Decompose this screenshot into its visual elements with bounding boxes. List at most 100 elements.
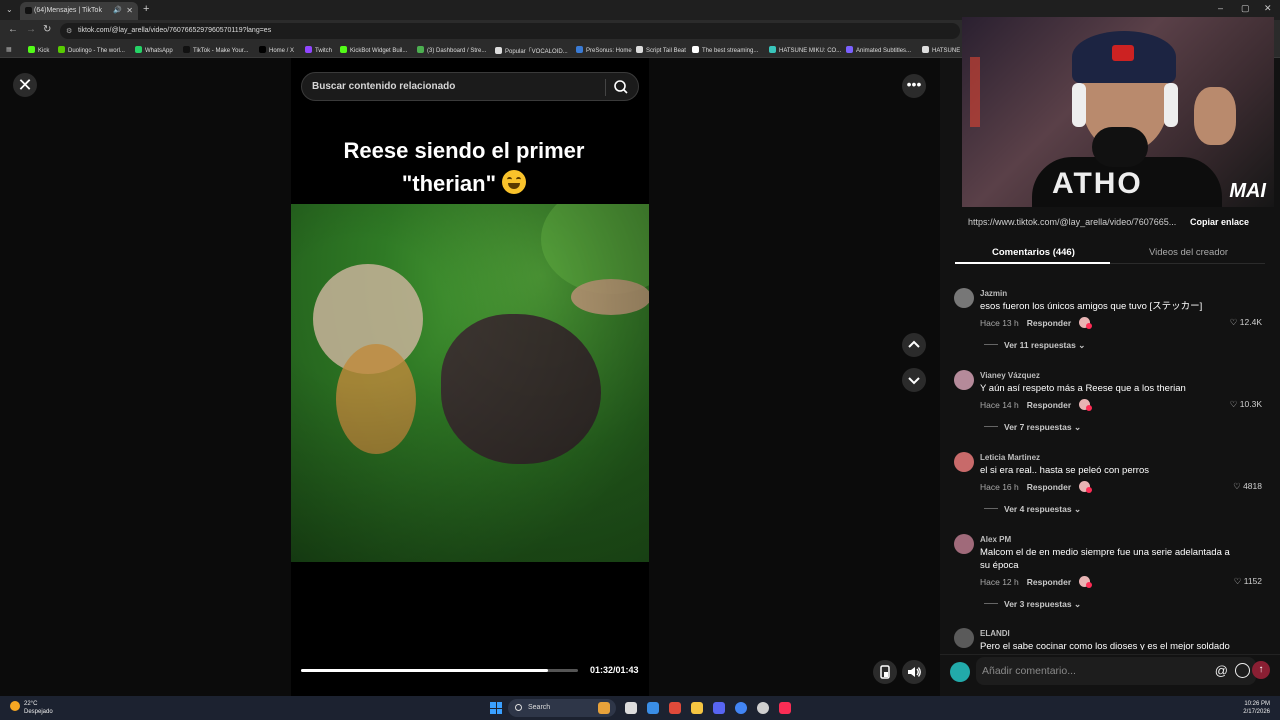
heart-icon: ♡ — [1233, 576, 1244, 586]
bookmark-item[interactable]: TikTok - Make Your... — [183, 46, 248, 54]
task-view-icon[interactable] — [625, 702, 637, 714]
like-button[interactable]: ♡ 12.4K — [1230, 317, 1262, 328]
close-window-button[interactable]: ✕ — [1264, 3, 1272, 14]
progress-bar[interactable] — [301, 669, 578, 672]
taskbar: 22°C Despejado Search 10:26 PM 2/17/2026 — [0, 696, 1280, 720]
mention-icon[interactable]: @ — [1215, 663, 1228, 678]
bookmark-item[interactable]: The best streaming... — [692, 46, 758, 54]
bookmark-label: Popular「VOCALOID... — [505, 49, 568, 55]
avatar[interactable] — [954, 370, 974, 390]
reply-button[interactable]: Responder — [1027, 482, 1071, 492]
like-button[interactable]: ♡ 1152 — [1234, 576, 1262, 587]
comment-time: Hace 16 h — [980, 482, 1019, 492]
bookmark-item[interactable]: Script Tail Beat — [636, 46, 686, 54]
reply-button[interactable]: Responder — [1027, 577, 1071, 587]
bookmark-item[interactable]: PreSonus: Home — [576, 46, 632, 54]
discord-icon[interactable] — [713, 702, 725, 714]
bookmark-item[interactable]: KickBot Widget Buil... — [340, 46, 407, 54]
weather-widget[interactable]: 22°C Despejado — [10, 700, 53, 716]
tab-comments[interactable]: Comentarios (446) — [992, 247, 1075, 258]
bookmark-item[interactable]: Home / X — [259, 46, 294, 54]
headphones-right — [1164, 83, 1178, 127]
floating-player-button[interactable] — [873, 660, 897, 684]
widget-icon[interactable] — [598, 702, 610, 714]
view-replies-button[interactable]: Ver 4 respuestas ⌄ — [984, 504, 1081, 515]
new-tab-button[interactable]: + — [143, 3, 149, 15]
send-comment-button[interactable]: ↑ — [1252, 661, 1270, 679]
replies-label: Ver 4 respuestas — [1004, 504, 1072, 514]
bookmark-item[interactable]: Twitch — [305, 46, 332, 54]
bookmark-label: PreSonus: Home — [586, 48, 632, 54]
close-tab-icon[interactable]: ✕ — [126, 6, 133, 15]
like-button[interactable]: ♡ 4818 — [1233, 481, 1262, 492]
copy-link-button[interactable]: Copiar enlace — [1190, 217, 1249, 227]
close-video-button[interactable]: ✕ — [13, 73, 37, 97]
related-search-input[interactable]: Buscar contenido relacionado — [301, 72, 639, 101]
bookmark-label: Animated Subtitles... — [856, 48, 912, 54]
avatar[interactable] — [954, 628, 974, 648]
comment-input[interactable]: Añadir comentario... @ — [976, 657, 1256, 685]
bookmark-item[interactable]: HATSUNE MIKU: CO... — [769, 46, 841, 54]
bookmark-label: Twitch — [315, 48, 333, 54]
view-replies-button[interactable]: Ver 11 respuestas ⌄ — [984, 340, 1085, 351]
volume-button[interactable] — [902, 660, 926, 684]
comment-text: el si era real.. hasta se peleó con perr… — [980, 465, 1149, 476]
bookmark-item[interactable]: Duolingo - The worl... — [58, 46, 125, 54]
bookmark-item[interactable]: Kick — [28, 46, 49, 54]
comment-username[interactable]: Jazmin — [980, 289, 1007, 298]
previous-video-button[interactable] — [902, 333, 926, 357]
music-icon[interactable] — [779, 702, 791, 714]
bookmark-label: Kick — [38, 48, 50, 54]
comment-username[interactable]: Vianey Vázquez — [980, 371, 1040, 380]
avatar[interactable] — [954, 288, 974, 308]
video-frame[interactable] — [291, 204, 649, 562]
forward-button[interactable]: → — [26, 24, 36, 35]
comment-username[interactable]: Leticia Martinez — [980, 453, 1040, 462]
avatar[interactable] — [954, 452, 974, 472]
view-replies-button[interactable]: Ver 7 respuestas ⌄ — [984, 422, 1081, 433]
search-icon[interactable] — [612, 78, 630, 96]
reload-button[interactable]: ↻ — [43, 24, 51, 35]
reply-button[interactable]: Responder — [1027, 400, 1071, 410]
settings-icon[interactable] — [757, 702, 769, 714]
bookmark-item[interactable]: (3) Dashboard / Stre... — [417, 46, 486, 54]
emoji-icon[interactable] — [1235, 663, 1250, 678]
browser-tab[interactable]: (64)Mensajes | TikTok 🔊 ✕ — [20, 2, 138, 20]
bookmark-item[interactable]: HATSUNE M — [922, 46, 967, 54]
bookmark-label: The best streaming... — [702, 48, 759, 54]
bookmark-item[interactable]: Animated Subtitles... — [846, 46, 911, 54]
video-caption: Reese siendo el primer "therian" — [291, 134, 637, 200]
site-info-icon[interactable]: ⚙ — [66, 27, 72, 35]
bookmark-item[interactable]: WhatsApp — [135, 46, 173, 54]
speaker-icon[interactable]: 🔊 — [113, 6, 122, 14]
avatar[interactable] — [954, 534, 974, 554]
app-icon[interactable] — [669, 702, 681, 714]
reply-button[interactable]: Responder — [1027, 318, 1071, 328]
floating-player-icon — [880, 665, 890, 679]
tab-search-icon[interactable]: ⌄ — [6, 5, 13, 14]
back-button[interactable]: ← — [8, 24, 18, 35]
comment-username[interactable]: Alex PM — [980, 535, 1011, 544]
minimize-button[interactable]: – — [1218, 3, 1223, 13]
url-input[interactable]: ⚙ tiktok.com/@lay_arella/video/760766529… — [60, 23, 960, 39]
file-explorer-icon[interactable] — [691, 702, 703, 714]
like-button[interactable]: ♡ 10.3K — [1230, 399, 1262, 410]
comment-username[interactable]: ELANDI — [980, 629, 1010, 638]
chrome-icon[interactable] — [735, 702, 747, 714]
bookmark-item[interactable]: Popular「VOCALOID... — [495, 46, 568, 55]
comment-meta: Hace 16 h Responder — [980, 481, 1093, 493]
next-video-button[interactable] — [902, 368, 926, 392]
apps-icon[interactable]: ▦ — [6, 46, 12, 53]
view-replies-button[interactable]: Ver 3 respuestas ⌄ — [984, 599, 1081, 610]
volume-icon — [908, 667, 921, 677]
creator-liked-icon — [1079, 481, 1093, 493]
share-url: https://www.tiktok.com/@lay_arella/video… — [968, 217, 1177, 227]
edge-icon[interactable] — [647, 702, 659, 714]
tab-creator-videos[interactable]: Videos del creador — [1149, 247, 1228, 258]
maximize-button[interactable]: ▢ — [1241, 3, 1250, 14]
system-clock[interactable]: 10:26 PM 2/17/2026 — [1243, 700, 1270, 716]
more-options-button[interactable]: ••• — [902, 74, 926, 98]
creator-liked-icon — [1079, 576, 1093, 588]
weather-icon — [10, 701, 20, 711]
start-button[interactable] — [490, 702, 502, 714]
